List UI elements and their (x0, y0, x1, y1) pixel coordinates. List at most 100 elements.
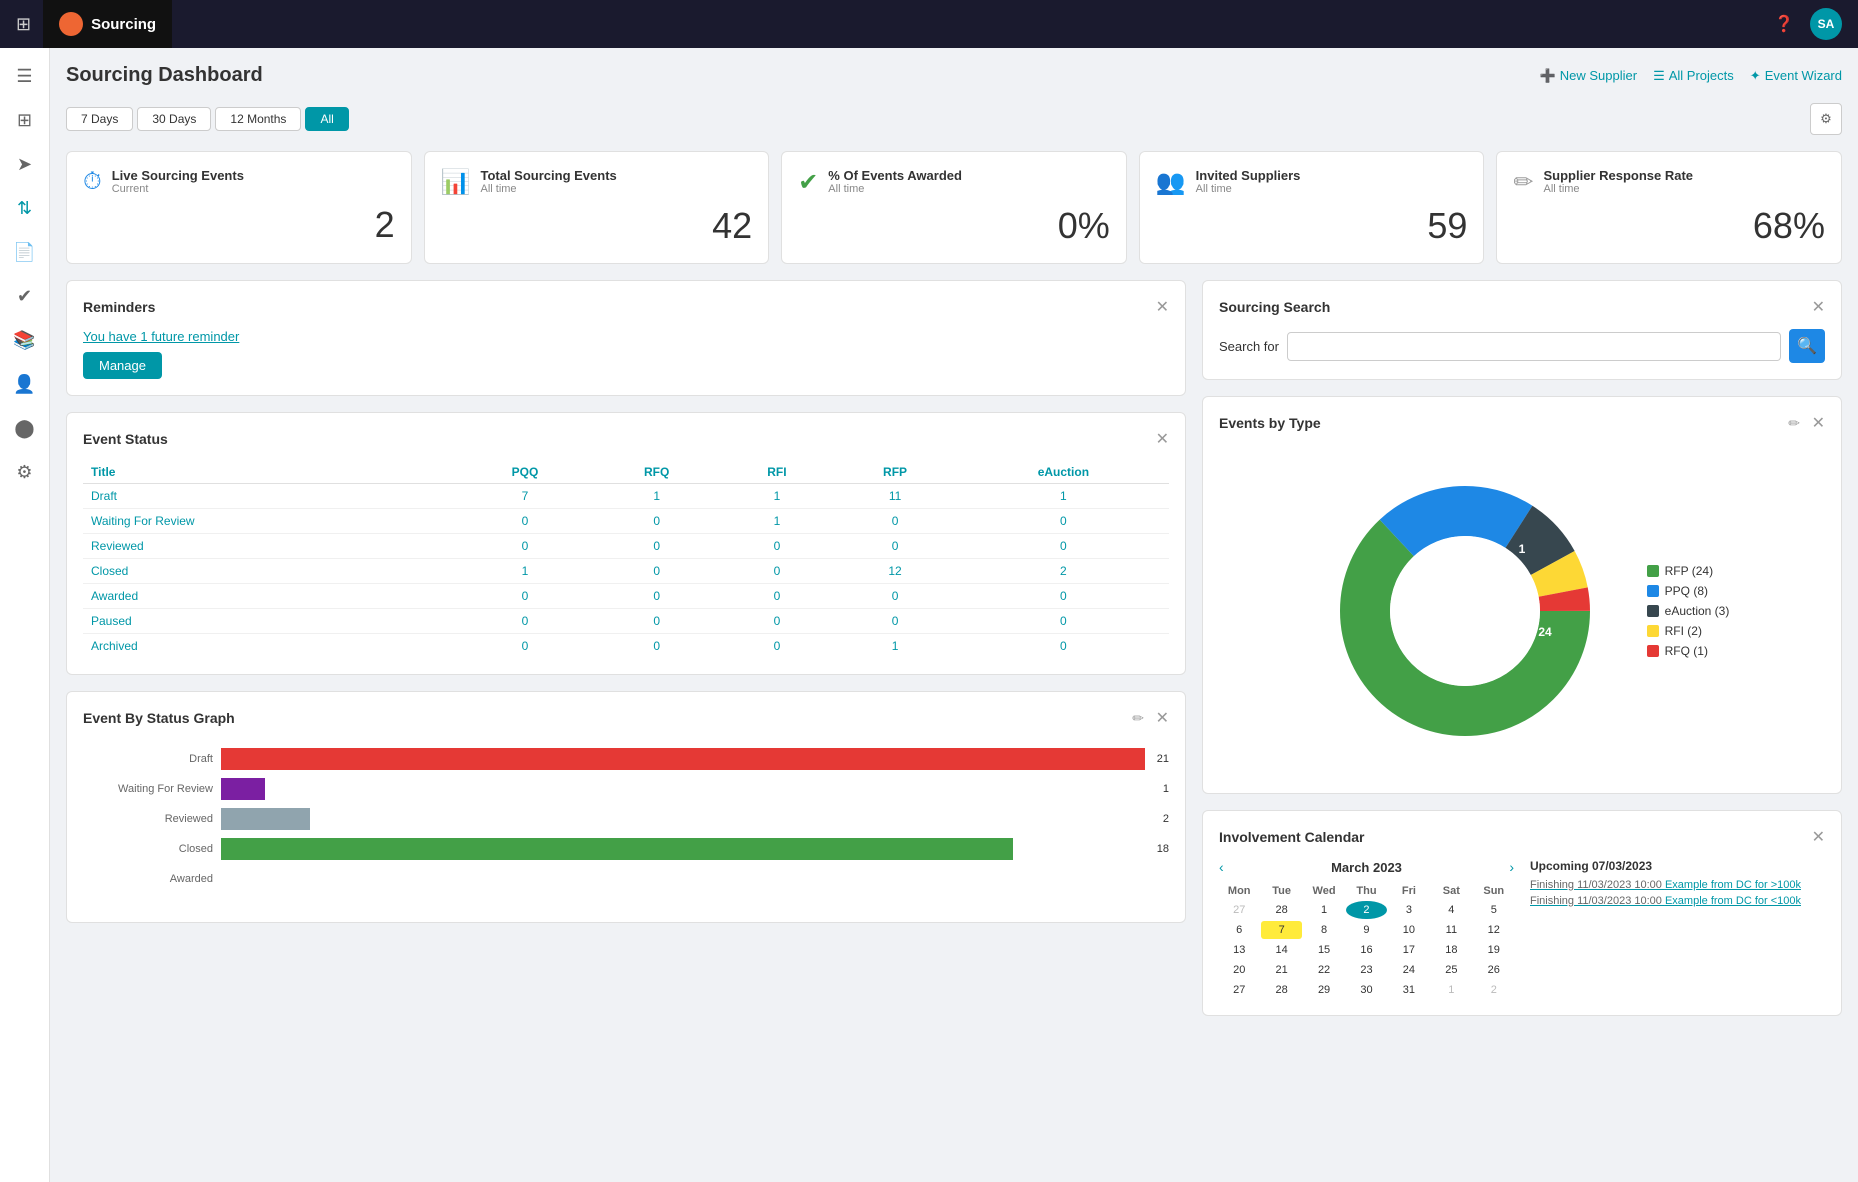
cal-day-cell[interactable]: 30 (1346, 981, 1386, 999)
sidebar-book-icon[interactable]: 📚 (5, 320, 45, 360)
sidebar-menu-icon[interactable]: ☰ (5, 56, 45, 96)
cal-day-cell[interactable]: 16 (1346, 941, 1386, 959)
help-icon[interactable]: ❓ (1774, 14, 1794, 34)
events-by-type-close-button[interactable]: ✕ (1812, 413, 1825, 433)
row-title-link[interactable]: Awarded (91, 589, 138, 603)
cal-day-cell[interactable]: 28 (1261, 981, 1301, 999)
cal-day-cell[interactable]: 23 (1346, 961, 1386, 979)
tab-12months[interactable]: 12 Months (215, 107, 301, 131)
cal-day-cell[interactable]: 27 (1219, 901, 1259, 919)
row-title-link[interactable]: Waiting For Review (91, 514, 195, 528)
calendar-left: ‹ March 2023 › MonTueWedThuFriSatSun2728… (1219, 859, 1514, 999)
events-by-type-card: Events by Type ✏ ✕ (1202, 396, 1842, 794)
col-rfp[interactable]: RFP (832, 461, 957, 484)
svg-text:8: 8 (1426, 578, 1433, 592)
col-rfi[interactable]: RFI (722, 461, 833, 484)
tab-30days[interactable]: 30 Days (137, 107, 211, 131)
sourcing-search-close-button[interactable]: ✕ (1812, 297, 1825, 317)
sidebar-user-icon[interactable]: 👤 (5, 364, 45, 404)
cal-day-cell[interactable]: 11 (1431, 921, 1471, 939)
cal-day-cell[interactable]: 1 (1304, 901, 1344, 919)
avatar[interactable]: SA (1810, 8, 1842, 40)
donut-container: 24 8 3 2 1 RFP (24) (1219, 445, 1825, 777)
sidebar-circle-icon[interactable]: ⬤ (5, 408, 45, 448)
bar-value: 18 (1157, 843, 1169, 855)
all-projects-link[interactable]: ☰ All Projects (1653, 68, 1734, 84)
cal-day-cell[interactable]: 31 (1389, 981, 1429, 999)
legend-pqq: PPQ (8) (1647, 584, 1730, 598)
reminders-close-button[interactable]: ✕ (1156, 297, 1169, 317)
search-button[interactable]: 🔍 (1789, 329, 1825, 363)
cal-day-cell[interactable]: 15 (1304, 941, 1344, 959)
col-title[interactable]: Title (83, 461, 458, 484)
upcoming-item-1[interactable]: Finishing 11/03/2023 10:00 Example from … (1530, 879, 1825, 891)
cal-day-cell[interactable]: 9 (1346, 921, 1386, 939)
sidebar-dashboard-icon[interactable]: ⊞ (5, 100, 45, 140)
cal-day-cell[interactable]: 24 (1389, 961, 1429, 979)
cal-day-cell[interactable]: 18 (1431, 941, 1471, 959)
cal-day-cell[interactable]: 8 (1304, 921, 1344, 939)
kpi-suppliers-label: Invited Suppliers (1196, 168, 1301, 183)
grid-icon[interactable]: ⊞ (16, 14, 31, 35)
cal-day-cell[interactable]: 13 (1219, 941, 1259, 959)
row-title-link[interactable]: Reviewed (91, 539, 144, 553)
bar-chart-edit-button[interactable]: ✏ (1132, 710, 1144, 727)
new-supplier-link[interactable]: ➕ New Supplier (1540, 68, 1638, 84)
cal-header-cell: Mon (1219, 883, 1259, 899)
cal-day-cell[interactable]: 4 (1431, 901, 1471, 919)
cal-day-cell[interactable]: 29 (1304, 981, 1344, 999)
row-title-link[interactable]: Paused (91, 614, 132, 628)
cal-day-cell[interactable]: 14 (1261, 941, 1301, 959)
table-row: Closed 1 0 0 12 2 (83, 559, 1169, 584)
cal-day-cell[interactable]: 17 (1389, 941, 1429, 959)
sidebar-sourcing-icon[interactable]: ⇅ (5, 188, 45, 228)
cal-day-cell[interactable]: 2 (1474, 981, 1514, 999)
cal-day-cell[interactable]: 1 (1431, 981, 1471, 999)
cal-day-cell[interactable]: 22 (1304, 961, 1344, 979)
cal-day-cell[interactable]: 12 (1474, 921, 1514, 939)
cal-day-cell[interactable]: 19 (1474, 941, 1514, 959)
cal-day-cell[interactable]: 7 (1261, 921, 1301, 939)
event-status-close-button[interactable]: ✕ (1156, 429, 1169, 449)
cal-day-cell[interactable]: 21 (1261, 961, 1301, 979)
events-by-type-edit-button[interactable]: ✏ (1788, 415, 1800, 432)
kpi-awarded-sublabel: All time (828, 183, 962, 195)
sidebar-check-icon[interactable]: ✔ (5, 276, 45, 316)
upcoming-item-2[interactable]: Finishing 11/03/2023 10:00 Example from … (1530, 895, 1825, 907)
cal-day-cell[interactable]: 27 (1219, 981, 1259, 999)
manage-button[interactable]: Manage (83, 352, 162, 379)
legend-dot-rfq (1647, 645, 1659, 657)
calendar-close-button[interactable]: ✕ (1812, 827, 1825, 847)
kpi-suppliers-sublabel: All time (1196, 183, 1301, 195)
cal-day-cell[interactable]: 28 (1261, 901, 1301, 919)
table-row: Draft 7 1 1 11 1 (83, 484, 1169, 509)
sidebar-docs-icon[interactable]: 📄 (5, 232, 45, 272)
tab-all[interactable]: All (305, 107, 348, 131)
cal-day-cell[interactable]: 3 (1389, 901, 1429, 919)
event-wizard-link[interactable]: ✦ Event Wizard (1750, 68, 1842, 84)
settings-button[interactable]: ⚙ (1810, 103, 1842, 135)
search-input[interactable] (1287, 332, 1781, 361)
cal-day-cell[interactable]: 6 (1219, 921, 1259, 939)
col-rfq[interactable]: RFQ (592, 461, 722, 484)
events-by-type-title: Events by Type (1219, 415, 1321, 431)
bar-chart-close-button[interactable]: ✕ (1156, 708, 1169, 728)
sidebar-settings-icon[interactable]: ⚙ (5, 452, 45, 492)
row-title-link[interactable]: Archived (91, 639, 138, 653)
tab-7days[interactable]: 7 Days (66, 107, 133, 131)
col-pqq[interactable]: PQQ (458, 461, 592, 484)
cal-day-cell[interactable]: 5 (1474, 901, 1514, 919)
col-eauction[interactable]: eAuction (958, 461, 1169, 484)
row-title-link[interactable]: Closed (91, 564, 128, 578)
cal-day-cell[interactable]: 20 (1219, 961, 1259, 979)
row-title-link[interactable]: Draft (91, 489, 117, 503)
cal-day-cell[interactable]: 10 (1389, 921, 1429, 939)
reminder-link[interactable]: You have 1 future reminder (83, 329, 1169, 344)
calendar-prev-button[interactable]: ‹ (1219, 859, 1224, 875)
cal-day-cell[interactable]: 25 (1431, 961, 1471, 979)
calendar-next-button[interactable]: › (1509, 859, 1514, 875)
sidebar-arrow-icon[interactable]: ➤ (5, 144, 45, 184)
cal-day-cell[interactable]: 2 (1346, 901, 1386, 919)
legend-label-rfi: RFI (2) (1665, 624, 1702, 638)
cal-day-cell[interactable]: 26 (1474, 961, 1514, 979)
